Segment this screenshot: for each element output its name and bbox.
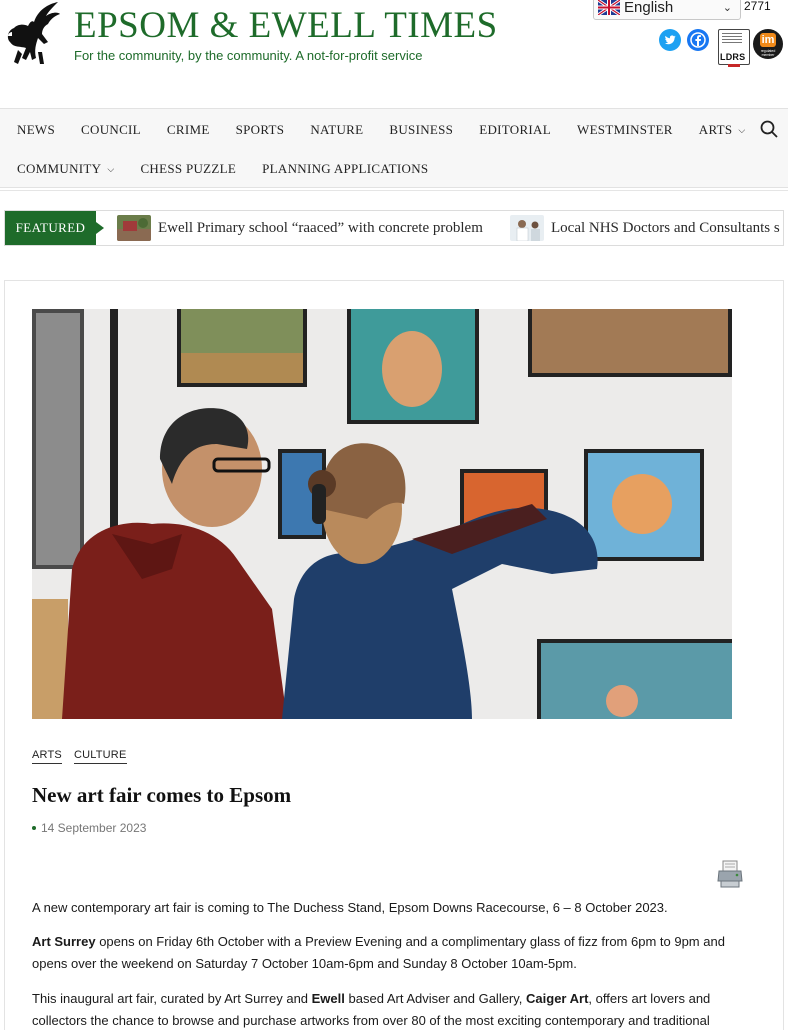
category-link-arts[interactable]: ARTS — [32, 749, 62, 764]
date-dot-icon — [32, 826, 36, 830]
site-title[interactable]: EPSOM & EWELL TIMES — [74, 4, 498, 47]
ticker-item-text: Ewell Primary school “raaced” with concr… — [158, 219, 483, 236]
ldrs-badge[interactable]: LDRS — [718, 29, 750, 67]
main-nav: NEWS COUNCIL CRIME SPORTS NATURE BUSINES… — [0, 108, 788, 188]
nav-item-community-label: COMMUNITY — [17, 161, 102, 176]
ldrs-red-bar — [728, 64, 740, 67]
chevron-down-icon: ⌵ — [107, 163, 115, 174]
impress-badge[interactable]: im regulated member — [753, 29, 783, 59]
impress-logo: im — [760, 33, 776, 47]
ldrs-text-lines — [722, 33, 742, 47]
impress-sub: regulated member — [760, 49, 776, 57]
article-hero-image[interactable] — [32, 309, 732, 719]
chevron-down-icon: ⌵ — [738, 124, 746, 135]
ticker-item[interactable]: Ewell Primary school “raaced” with concr… — [117, 215, 483, 241]
category-link-culture[interactable]: CULTURE — [73, 749, 127, 764]
nav-item-community[interactable]: COMMUNITY ⌵ — [17, 161, 114, 177]
nav-item-planning-applications[interactable]: PLANNING APPLICATIONS — [262, 161, 428, 177]
featured-ticker: FEATURED Ewell Primary school “raaced” w… — [4, 210, 784, 246]
nav-item-crime[interactable]: CRIME — [167, 122, 210, 138]
paragraph-text: based Art Adviser and Gallery, — [344, 991, 527, 1006]
nav-row-2: COMMUNITY ⌵ CHESS PUZZLE PLANNING APPLICA… — [0, 150, 428, 188]
nav-item-sports[interactable]: SPORTS — [236, 122, 285, 138]
article-title[interactable]: New art fair comes to Epsom — [32, 783, 291, 808]
chevron-down-icon: ⌄ — [722, 2, 732, 14]
nav-item-business[interactable]: BUSINESS — [389, 122, 453, 138]
language-label: English — [624, 0, 674, 16]
printer-icon[interactable] — [717, 859, 743, 889]
nav-item-westminster[interactable]: WESTMINSTER — [577, 122, 673, 138]
article-paragraph: A new contemporary art fair is coming to… — [32, 900, 668, 915]
divider — [0, 190, 788, 191]
nav-item-news[interactable]: NEWS — [17, 122, 55, 138]
article-date[interactable]: 14 September 2023 — [32, 821, 146, 835]
nav-item-nature[interactable]: NATURE — [310, 122, 363, 138]
paragraph-text: This inaugural art fair, curated by Art … — [32, 991, 312, 1006]
nav-item-arts-label: ARTS — [698, 122, 733, 137]
facebook-icon[interactable] — [687, 29, 709, 51]
ticker-item-text: Local NHS Doctors and Consultants s — [551, 219, 780, 236]
nav-item-council[interactable]: COUNCIL — [81, 122, 141, 138]
paragraph-text: opens on Friday 6th October with a Previ… — [32, 934, 725, 971]
ticker-thumbnail — [117, 215, 151, 241]
article-paragraph: Art Surrey opens on Friday 6th October w… — [32, 931, 762, 975]
language-select[interactable]: English ⌄ — [593, 0, 741, 20]
nav-row-1: NEWS COUNCIL CRIME SPORTS NATURE BUSINES… — [0, 111, 746, 149]
nav-item-chess-puzzle[interactable]: CHESS PUZZLE — [140, 161, 236, 177]
ticker-item[interactable]: Local NHS Doctors and Consultants s — [510, 215, 780, 241]
search-icon[interactable] — [760, 120, 778, 138]
nav-item-editorial[interactable]: EDITORIAL — [479, 122, 551, 138]
nav-item-arts[interactable]: ARTS ⌵ — [699, 122, 746, 138]
article-paragraph: This inaugural art fair, curated by Art … — [32, 988, 762, 1030]
article-date-text: 14 September 2023 — [41, 821, 147, 835]
article-card: ARTS CULTURE New art fair comes to Epsom… — [4, 280, 784, 1030]
site-header: EPSOM & EWELL TIMES For the community, b… — [0, 0, 788, 108]
ticker-thumbnail — [510, 215, 544, 241]
caiger-art-bold: Caiger Art — [526, 991, 589, 1006]
featured-label: FEATURED — [5, 211, 104, 245]
pegasus-logo-icon[interactable] — [4, 2, 60, 68]
counter-text: 2771 — [744, 0, 771, 13]
ldrs-label: LDRS — [720, 52, 746, 62]
site-tagline: For the community, by the community. A n… — [74, 48, 423, 63]
art-surrey-bold: Art Surrey — [32, 934, 96, 949]
ewell-bold: Ewell — [311, 991, 345, 1006]
category-tags: ARTS CULTURE — [32, 749, 127, 764]
uk-flag-icon — [598, 0, 620, 15]
twitter-icon[interactable] — [659, 29, 681, 51]
